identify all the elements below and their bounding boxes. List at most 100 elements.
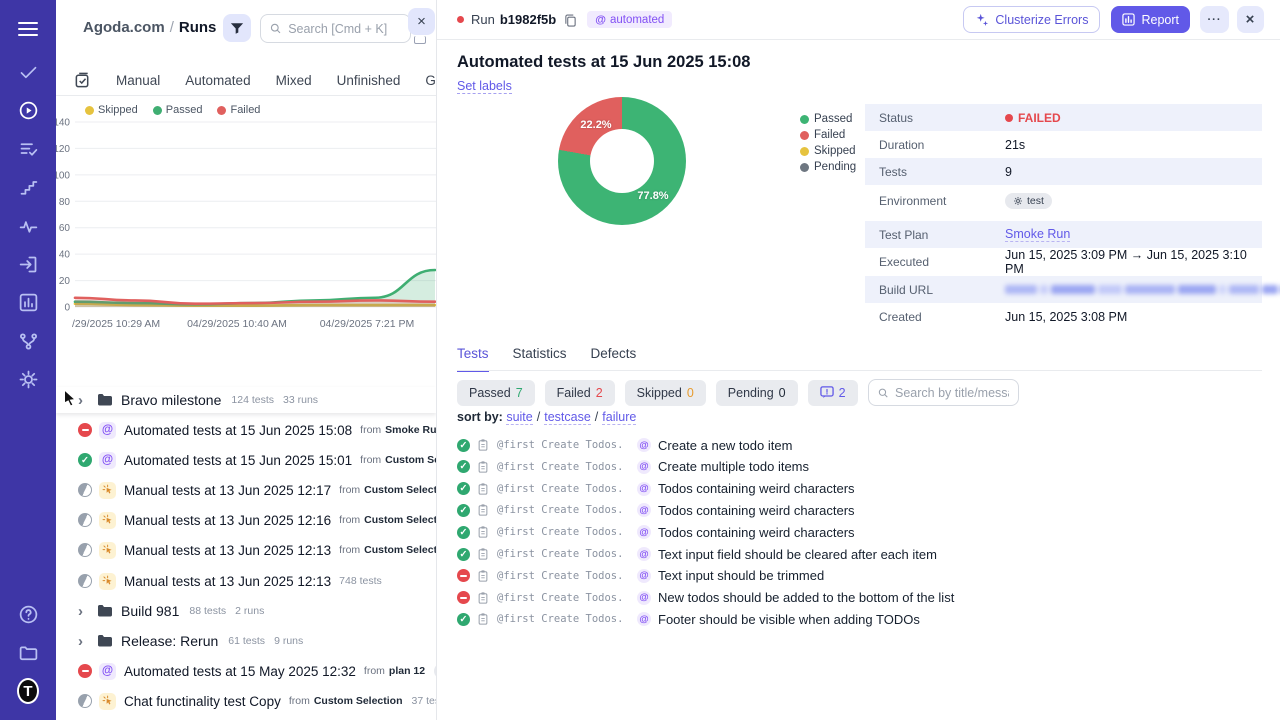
from-label: from [360, 454, 382, 466]
suite-name: @first Create Todos... [497, 548, 623, 560]
copy-icon[interactable] [564, 13, 577, 27]
environment-badge: test [1005, 192, 1052, 209]
automated-icon: @ [637, 590, 651, 605]
run-title: Automated tests at 15 Jun 2025 15:08 [124, 422, 353, 438]
svg-text:80: 80 [59, 197, 71, 208]
manual-icon [99, 692, 116, 710]
test-result-row[interactable]: ✓ @first Create Todos... @ Create multiple … [457, 456, 1264, 478]
report-label: Report [1141, 12, 1179, 27]
select-all-icon[interactable] [74, 72, 91, 89]
from-target: Custom Selection [385, 454, 436, 466]
passed-count: 7 [515, 385, 523, 400]
sort-failure-link[interactable]: failure [602, 410, 637, 425]
runs-search[interactable] [260, 14, 411, 43]
failed-percent-label: 22.2% [580, 119, 612, 131]
panel-close-button[interactable]: × [408, 8, 435, 35]
run-list-item[interactable]: Manual tests at 13 Jun 2025 12:16 from C… [56, 507, 436, 533]
milestones-steps-icon[interactable] [17, 177, 39, 199]
failed-status-icon [78, 664, 92, 678]
passed-status-icon: ✓ [457, 482, 470, 496]
set-labels-link[interactable]: Set labels [457, 79, 512, 94]
run-list-item[interactable]: ✓ @ Automated tests at 15 Jun 2025 15:01… [56, 447, 436, 473]
run-list-item[interactable]: @ Automated tests at 15 May 2025 12:32 f… [56, 658, 436, 684]
run-list-item[interactable]: @ Automated tests at 15 Jun 2025 15:08 f… [56, 417, 436, 443]
search-icon [270, 23, 281, 34]
panel-dock-icon[interactable] [414, 36, 426, 44]
tab-automated[interactable]: Automated [185, 73, 250, 88]
run-group-row[interactable]: › Bravo milestone 124 tests 33 runs [56, 387, 436, 413]
detail-label: Build URL [879, 282, 934, 297]
detail-value: 21s [1005, 137, 1026, 152]
tests-search-input[interactable] [894, 385, 1009, 400]
breadcrumb-project[interactable]: Agoda.com [83, 19, 165, 36]
failed-count: 2 [595, 385, 603, 400]
app-logo[interactable]: T [17, 678, 39, 704]
report-button[interactable]: Report [1111, 6, 1190, 33]
clusterize-errors-button[interactable]: Clusterize Errors [963, 6, 1101, 33]
chevron-right-icon[interactable]: › [78, 633, 92, 650]
more-actions-button[interactable]: ··· [1200, 6, 1229, 33]
search-icon [878, 388, 888, 397]
run-list-item[interactable]: Manual tests at 13 Jun 2025 12:13 748 te… [56, 568, 436, 594]
runs-list-panel: Agoda.com/Runs × Manual Automated Mixed … [56, 0, 437, 720]
branches-icon[interactable] [17, 330, 39, 352]
test-plans-icon[interactable] [17, 138, 39, 160]
filter-button[interactable] [223, 14, 251, 42]
run-list-item[interactable]: Manual tests at 13 Jun 2025 12:13 from C… [56, 537, 436, 563]
run-group-row[interactable]: › Build 981 88 tests 2 runs [56, 598, 436, 624]
tab-tests[interactable]: Tests [457, 346, 489, 372]
run-type-badge: @ automated [587, 11, 673, 28]
help-icon[interactable] [17, 603, 39, 625]
pending-filter-chip[interactable]: Pending 0 [715, 379, 798, 406]
tab-unfinished[interactable]: Unfinished [337, 73, 401, 88]
comment-icon [819, 386, 834, 399]
hamburger-menu-icon[interactable] [17, 18, 39, 40]
analytics-chart-icon[interactable] [17, 291, 39, 313]
search-input[interactable] [288, 21, 401, 36]
tab-defects[interactable]: Defects [591, 346, 637, 372]
from-target: Custom Selection [364, 484, 436, 496]
automated-icon: @ [99, 421, 116, 439]
test-result-row[interactable]: ✓ @first Create Todos... @ Todos containing… [457, 499, 1264, 521]
tab-statistics[interactable]: Statistics [513, 346, 567, 372]
comments-filter-chip[interactable]: 2 [807, 379, 858, 406]
run-group-row[interactable]: › Release: Rerun 61 tests 9 runs [56, 628, 436, 654]
test-result-row[interactable]: ✓ @first Create Todos... @ Text input field… [457, 543, 1264, 565]
test-result-row[interactable]: @first Create Todos... @ Text input should… [457, 565, 1264, 587]
run-list-item[interactable]: Chat functinality test Copy from Custom … [56, 688, 436, 714]
passed-status-icon: ✓ [457, 612, 470, 626]
clipboard-icon [477, 438, 491, 452]
close-run-button[interactable]: × [1237, 6, 1264, 33]
automated-icon: @ [637, 459, 651, 474]
import-icon[interactable] [17, 253, 39, 275]
automated-icon: @ [637, 438, 651, 452]
tab-groups[interactable]: Groups [425, 73, 436, 88]
tab-mixed[interactable]: Mixed [276, 73, 312, 88]
tests-search[interactable] [867, 379, 1019, 406]
donut-legend: Passed Failed Skipped Pending [800, 111, 856, 175]
failed-filter-chip[interactable]: Failed 2 [544, 379, 615, 406]
runs-play-icon[interactable] [17, 99, 39, 121]
tab-manual[interactable]: Manual [116, 73, 160, 88]
passed-filter-chip[interactable]: Passed 7 [457, 379, 535, 406]
test-result-row[interactable]: ✓ @first Create Todos... @ Create a new tod… [457, 434, 1264, 456]
sort-testcase-link[interactable]: testcase [544, 410, 591, 425]
test-result-row[interactable]: @first Create Todos... @ New todos should … [457, 587, 1264, 609]
failed-dot [800, 130, 809, 140]
test-result-row[interactable]: ✓ @first Create Todos... @ Todos containing… [457, 478, 1264, 500]
projects-folder-icon[interactable] [17, 642, 39, 664]
skipped-filter-chip[interactable]: Skipped 0 [624, 379, 706, 406]
from-target: Custom Selection [364, 514, 436, 526]
partial-status-icon [78, 543, 92, 557]
chevron-right-icon[interactable]: › [78, 603, 92, 620]
sort-suite-link[interactable]: suite [506, 410, 533, 425]
svg-text:20: 20 [59, 276, 71, 287]
pulse-icon[interactable] [17, 215, 39, 237]
test-plan-link[interactable]: Smoke Run [1005, 227, 1071, 242]
run-list-item[interactable]: Manual tests at 13 Jun 2025 12:17 from C… [56, 477, 436, 503]
test-result-row[interactable]: ✓ @first Create Todos... @ Footer should be… [457, 608, 1264, 630]
tests-check-icon[interactable] [17, 61, 39, 83]
settings-gear-icon[interactable] [17, 368, 39, 390]
test-result-row[interactable]: ✓ @first Create Todos... @ Todos containing… [457, 521, 1264, 543]
chevron-right-icon[interactable]: › [78, 392, 92, 409]
